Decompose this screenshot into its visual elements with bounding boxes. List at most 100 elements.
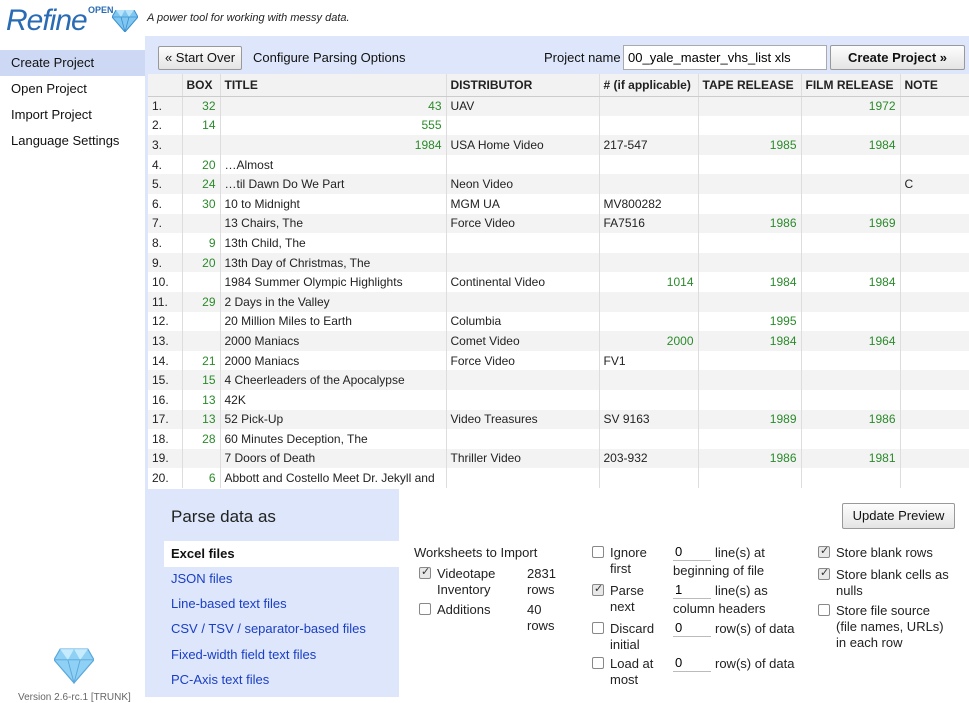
film-release-cell <box>801 429 901 449</box>
distributor-cell: UAV <box>446 96 600 116</box>
logo-open-label: OPEN <box>88 5 114 15</box>
film-release-cell: 1986 <box>801 409 901 430</box>
catalog-number-cell: FA7516 <box>599 213 699 234</box>
tape-release-cell: 1986 <box>698 448 802 469</box>
row-index-cell: 9. <box>148 252 183 273</box>
box-cell: 21 <box>182 350 221 371</box>
note-cell <box>900 135 969 155</box>
box-cell: 32 <box>182 96 221 116</box>
ignore-suffix: beginning of file <box>673 563 765 578</box>
worksheet-rows-unit: rows <box>527 618 555 633</box>
film-release-cell <box>801 154 901 175</box>
nav-language-settings[interactable]: Language Settings <box>0 128 145 154</box>
note-cell <box>900 370 969 390</box>
tape-release-cell: 1995 <box>698 311 802 332</box>
worksheet-row-count: 2831 <box>527 566 556 581</box>
distributor-cell <box>446 370 600 390</box>
parse-next-checkbox[interactable] <box>592 582 604 596</box>
tape-release-cell <box>698 389 802 410</box>
title-cell: 4 Cheerleaders of the Apocalypse <box>220 370 447 390</box>
note-cell <box>900 115 969 136</box>
project-name-input[interactable] <box>623 45 827 70</box>
distributor-cell: Force Video <box>446 350 600 371</box>
project-name-label: Project name <box>544 50 621 65</box>
create-project-button[interactable]: Create Project » <box>830 45 965 70</box>
format-csv-tsv[interactable]: CSV / TSV / separator-based files <box>171 621 366 636</box>
row-index-cell: 12. <box>148 311 183 332</box>
store-file-source-label: Store file source <box>836 603 930 618</box>
note-cell <box>900 311 969 332</box>
film-release-cell: 1972 <box>801 96 901 116</box>
store-file-source-checkbox[interactable] <box>818 604 830 616</box>
logo-wordmark: Refine <box>6 4 88 37</box>
row-index-cell: 14. <box>148 350 183 371</box>
discard-rows-input[interactable] <box>673 619 711 637</box>
discard-initial-checkbox[interactable] <box>592 622 604 634</box>
nav-import-project[interactable]: Import Project <box>0 102 145 128</box>
film-release-cell <box>801 252 901 273</box>
film-release-cell <box>801 468 901 488</box>
title-cell: 1984 Summer Olympic Highlights <box>220 272 447 292</box>
note-cell <box>900 233 969 253</box>
store-blank-cells-checkbox[interactable] <box>818 566 830 580</box>
nav-create-project[interactable]: Create Project <box>0 50 145 76</box>
nav-open-project[interactable]: Open Project <box>0 76 145 102</box>
row-index-cell: 2. <box>148 115 183 136</box>
box-cell: 20 <box>182 154 221 175</box>
table-row: 2. 14 555 <box>148 115 969 136</box>
title-cell: 1984 <box>220 135 447 155</box>
title-cell: 2000 Maniacs <box>220 331 447 351</box>
note-cell <box>900 272 969 292</box>
tape-release-cell: 1985 <box>698 135 802 155</box>
note-cell <box>900 213 969 234</box>
ignore-first-checkbox[interactable] <box>592 546 604 558</box>
discard-suffix: row(s) of data <box>715 621 795 636</box>
update-preview-button[interactable]: Update Preview <box>842 503 955 529</box>
column-header: TITLE <box>220 74 447 97</box>
format-line-based[interactable]: Line-based text files <box>171 596 287 611</box>
diamond-icon <box>54 648 94 684</box>
data-preview[interactable]: BOX TITLE DISTRIBUTOR # (if applicable) … <box>148 74 969 522</box>
table-row: 17. 13 52 Pick-Up Video Treasures SV 9163 198… <box>148 409 969 430</box>
row-index-cell: 8. <box>148 233 183 253</box>
tape-release-cell <box>698 429 802 449</box>
note-cell <box>900 350 969 371</box>
diamond-icon <box>112 10 138 32</box>
worksheet-rows-unit: rows <box>527 582 555 597</box>
ignore-lines-input[interactable] <box>673 543 711 561</box>
title-cell: 13th Day of Christmas, The <box>220 252 447 273</box>
catalog-number-cell: 1014 <box>599 272 699 292</box>
worksheets-label: Worksheets to Import <box>414 545 538 560</box>
worksheet-videotape-checkbox[interactable] <box>419 565 431 579</box>
table-row: 4. 20 …Almost <box>148 154 969 175</box>
row-index-cell: 15. <box>148 370 183 390</box>
column-header: FILM RELEASE <box>801 74 901 97</box>
worksheet-additions-checkbox[interactable] <box>419 603 431 615</box>
table-row: 1. 32 43 UAV 1972 <box>148 96 969 116</box>
store-blank-rows-checkbox[interactable] <box>818 544 830 558</box>
format-excel[interactable]: Excel files <box>164 541 399 567</box>
format-json[interactable]: JSON files <box>171 571 232 586</box>
load-rows-input[interactable] <box>673 654 711 672</box>
title-cell: 60 Minutes Deception, The <box>220 429 447 449</box>
row-index-cell: 7. <box>148 213 183 234</box>
distributor-cell <box>446 154 600 175</box>
start-over-button[interactable]: « Start Over <box>158 46 242 70</box>
note-cell: C <box>900 174 969 194</box>
table-row: 8. 9 13th Child, The <box>148 233 969 253</box>
title-cell: 555 <box>220 115 447 136</box>
note-cell <box>900 331 969 351</box>
openrefine-logo[interactable]: Refine OPEN <box>6 2 138 37</box>
format-pc-axis[interactable]: PC-Axis text files <box>171 672 269 687</box>
box-cell <box>182 311 221 332</box>
table-row: 14. 21 2000 Maniacs Force Video FV1 <box>148 350 969 371</box>
table-row: 15. 15 4 Cheerleaders of the Apocalypse <box>148 370 969 390</box>
load-suffix: row(s) of data <box>715 656 795 671</box>
format-fixed-width[interactable]: Fixed-width field text files <box>171 647 316 662</box>
note-cell <box>900 154 969 175</box>
catalog-number-cell <box>599 174 699 194</box>
header-lines-input[interactable] <box>673 581 711 599</box>
load-at-most-checkbox[interactable] <box>592 657 604 669</box>
tape-release-cell: 1989 <box>698 409 802 430</box>
table-row: 16. 13 42K <box>148 389 969 410</box>
